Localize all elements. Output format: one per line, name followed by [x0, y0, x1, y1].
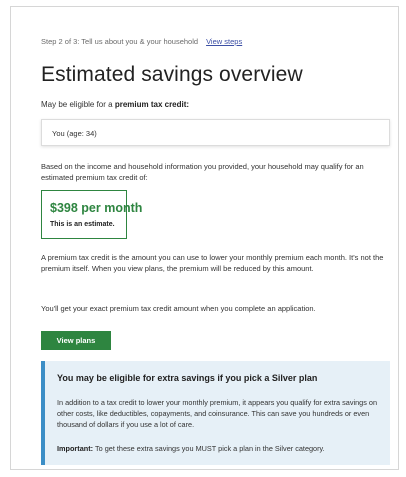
eligibility-prefix: May be eligible for a — [41, 100, 113, 109]
exact-amount-text: You'll get your exact premium tax credit… — [41, 304, 316, 313]
eligibility-credit-label: premium tax credit: — [114, 100, 190, 109]
household-member-card: You (age: 34) — [41, 119, 390, 146]
important-label: Important: — [57, 444, 94, 453]
step-text: Step 2 of 3: Tell us about you & your ho… — [41, 37, 199, 46]
alert-important-line: Important: To get these extra savings yo… — [57, 443, 383, 454]
page-title: Estimated savings overview — [41, 63, 303, 86]
important-text: To get these extra savings you MUST pick… — [94, 444, 325, 453]
savings-amount: $398 per month — [50, 201, 143, 215]
silver-plan-alert: You may be eligible for extra savings if… — [41, 361, 390, 465]
alert-body: In addition to a tax credit to lower you… — [57, 398, 378, 429]
estimated-savings-box: $398 per month This is an estimate. — [41, 190, 142, 239]
estimate-note: This is an estimate. — [50, 221, 115, 228]
view-steps-link[interactable]: View steps — [206, 37, 242, 46]
page-container: Step 2 of 3: Tell us about you & your ho… — [10, 6, 399, 470]
eligibility-line: May be eligible for a premium tax credit… — [41, 100, 189, 109]
household-member-label: You (age: 34) — [52, 129, 97, 138]
view-plans-button[interactable]: View plans — [41, 331, 111, 350]
qualify-text: Based on the income and household inform… — [41, 162, 364, 182]
alert-title: You may be eligible for extra savings if… — [57, 373, 318, 383]
step-indicator: Step 2 of 3: Tell us about you & your ho… — [41, 37, 242, 46]
tax-credit-explanation: A premium tax credit is the amount you c… — [41, 253, 384, 273]
